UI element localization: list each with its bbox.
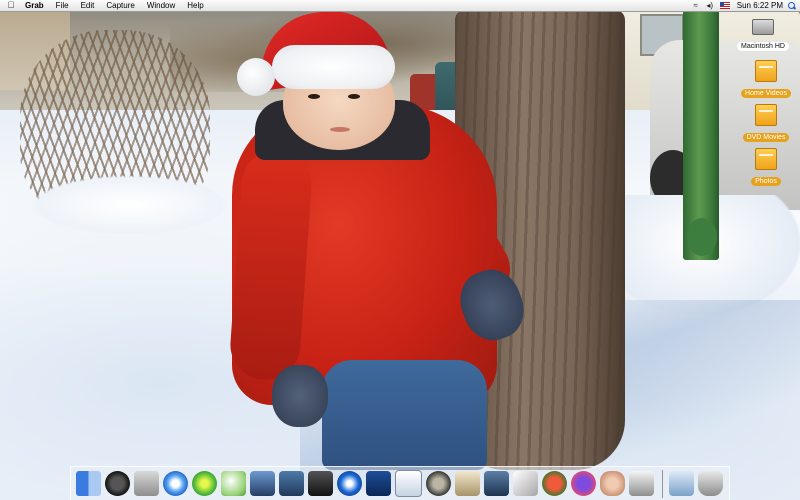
documents-folder-icon[interactable] (669, 471, 694, 496)
pole-base (687, 218, 717, 256)
child-mouth (330, 127, 350, 132)
desktop-icon-label: Photos (751, 177, 781, 186)
keynote-icon[interactable] (366, 471, 391, 496)
menu-grab[interactable]: Grab (19, 0, 50, 11)
dashboard-icon[interactable] (105, 471, 130, 496)
dock (70, 466, 730, 500)
child-mitten-left (272, 365, 328, 427)
monitor-icon[interactable] (484, 471, 509, 496)
flag-icon[interactable] (719, 2, 730, 9)
desktop-icon-home-videos[interactable]: Home Videos (736, 60, 796, 100)
speech-bubble-icon[interactable] (571, 471, 596, 496)
menu-edit[interactable]: Edit (75, 0, 101, 11)
child-jeans (322, 360, 487, 470)
child-eye-right (348, 94, 360, 99)
menu-bar:  Grab File Edit Capture Window Help ≈ ◂… (0, 0, 800, 12)
book-icon[interactable] (455, 471, 480, 496)
iphoto-icon[interactable] (250, 471, 275, 496)
desktop-icon-label: Home Videos (741, 89, 791, 98)
spotlight-icon[interactable] (787, 0, 797, 11)
folder-icon (755, 60, 777, 82)
desktop-icon-label: Macintosh HD (737, 42, 789, 51)
desktop:  Grab File Edit Capture Window Help ≈ ◂… (0, 0, 800, 500)
menu-clock[interactable]: Sun 6:22 PM (733, 0, 787, 11)
desktop-icon-label: DVD Movies (742, 133, 790, 142)
menu-file[interactable]: File (50, 0, 75, 11)
desktop-icon-dvd-movies[interactable]: DVD Movies (736, 104, 796, 144)
safari-icon[interactable] (163, 471, 188, 496)
hand-icon[interactable] (600, 471, 625, 496)
desktop-icon-macintosh-hd[interactable]: Macintosh HD (733, 15, 793, 53)
wallpaper-photo (0, 0, 800, 500)
front-row-icon[interactable] (426, 471, 451, 496)
volume-icon[interactable]: ◂) (703, 0, 717, 11)
trash-icon[interactable] (698, 471, 723, 496)
ichat-icon[interactable] (192, 471, 217, 496)
itunes-icon[interactable] (221, 471, 246, 496)
paper-flyer-icon[interactable] (513, 471, 538, 496)
preview-icon[interactable] (395, 470, 422, 497)
desktop-icon-photos[interactable]: Photos (736, 148, 796, 188)
snow-drift (30, 175, 230, 235)
dock-separator (662, 469, 663, 498)
folder-icon (755, 104, 777, 126)
wifi-icon[interactable]: ≈ (689, 0, 703, 11)
child-eye-left (308, 94, 320, 99)
apple-icon[interactable]:  (3, 0, 19, 11)
menu-extras: ≈ ◂) Sun 6:22 PM (689, 0, 800, 11)
finder-icon[interactable] (76, 471, 101, 496)
folder-icon (755, 148, 777, 170)
santa-hat-brim (272, 45, 395, 89)
photo-gallery-icon[interactable] (629, 471, 654, 496)
system-preferences-icon[interactable] (134, 471, 159, 496)
santa-hat-pompom (237, 58, 275, 96)
hard-drive-icon (752, 19, 774, 35)
menu-capture[interactable]: Capture (100, 0, 140, 11)
tomato-icon[interactable] (542, 471, 567, 496)
dvd-player-icon[interactable] (337, 471, 362, 496)
menu-help[interactable]: Help (181, 0, 209, 11)
imovie-icon[interactable] (279, 471, 304, 496)
photo-booth-icon[interactable] (308, 471, 333, 496)
menu-window[interactable]: Window (141, 0, 181, 11)
